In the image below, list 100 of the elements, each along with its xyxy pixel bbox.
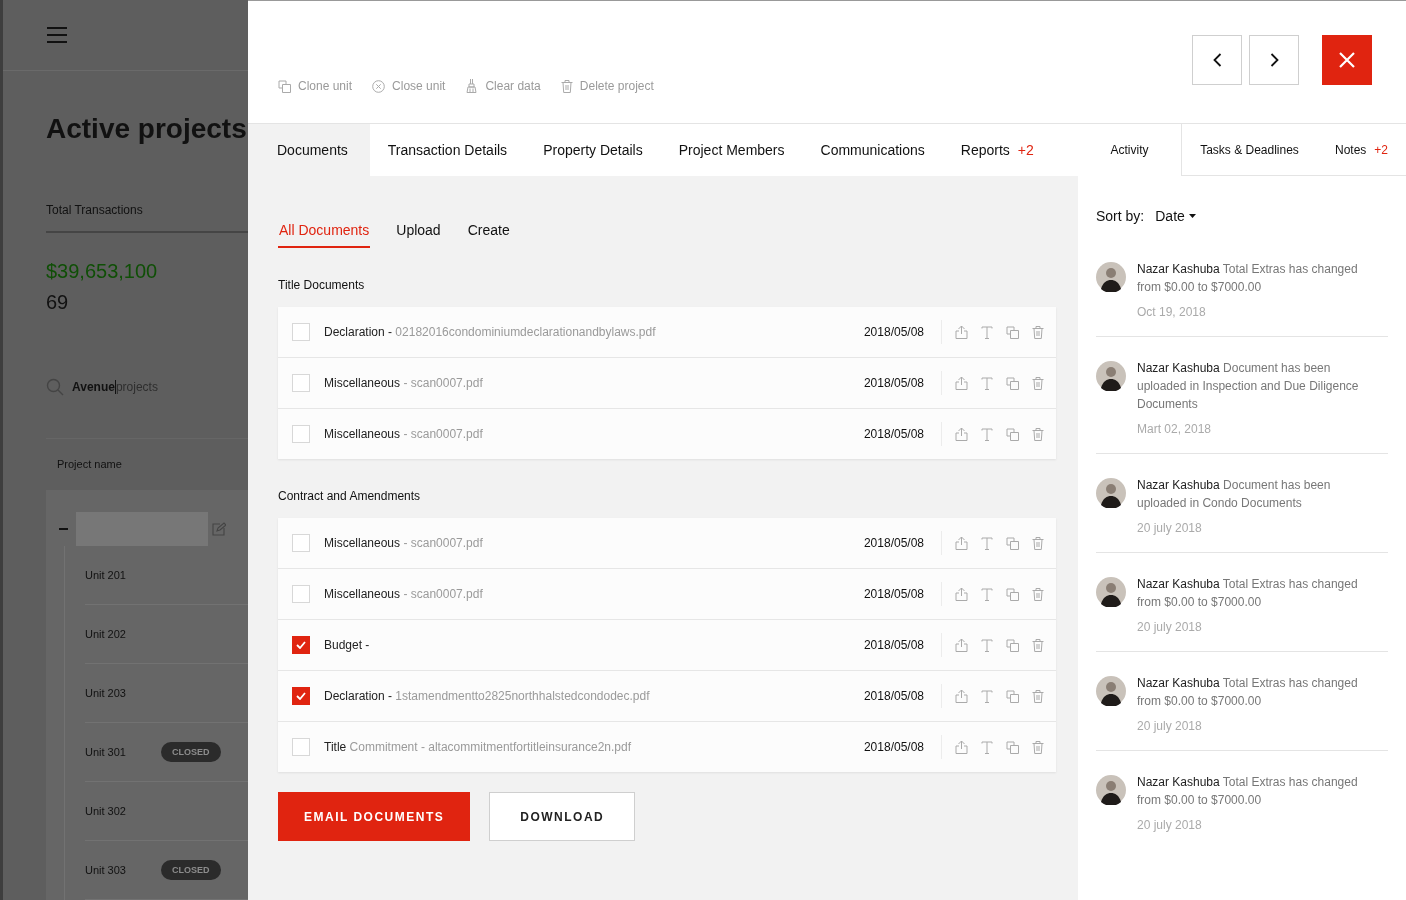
share-icon[interactable]	[955, 740, 968, 754]
activity-date: 20 july 2018	[1137, 818, 1203, 832]
activity-date: 20 july 2018	[1137, 620, 1203, 634]
share-icon[interactable]	[955, 689, 968, 703]
trash-icon[interactable]	[1032, 376, 1044, 390]
copy-icon[interactable]	[1006, 638, 1019, 652]
document-date: 2018/05/08	[863, 638, 924, 652]
section-title: Contract and Amendments	[278, 489, 422, 503]
previous-button[interactable]	[1192, 35, 1242, 85]
document-name[interactable]: Title Commitment - altacommitmentfortitleinsurance2n.pdf	[324, 740, 864, 754]
share-icon[interactable]	[955, 536, 968, 550]
copy-icon[interactable]	[1006, 325, 1019, 339]
copy-icon[interactable]	[1006, 536, 1019, 550]
text-icon[interactable]	[981, 740, 993, 754]
search-icon	[46, 377, 64, 396]
copy-icon[interactable]	[1006, 427, 1019, 441]
avatar	[1096, 262, 1126, 292]
stat-label: Total Transactions	[46, 202, 143, 217]
trash-icon[interactable]	[1032, 427, 1044, 441]
text-icon[interactable]	[981, 325, 993, 339]
document-name[interactable]: Miscellaneous - scan0007.pdf	[324, 376, 864, 390]
share-icon[interactable]	[955, 427, 968, 441]
document-date: 2018/05/08	[863, 376, 924, 390]
avatar	[1096, 361, 1126, 391]
total-amount: $39,653,100	[46, 259, 159, 283]
trash-icon[interactable]	[1032, 587, 1044, 601]
document-date: 2018/05/08	[863, 325, 924, 339]
tab[interactable]: Activity	[1078, 124, 1181, 176]
column-header: Project name	[57, 458, 122, 471]
document-date: 2018/05/08	[863, 427, 924, 441]
activity-text: Nazar Kashuba Total Extras has changed from $0.00 to $7000.00	[1137, 675, 1359, 710]
share-icon[interactable]	[955, 638, 968, 652]
email-button[interactable]: EMAIL DOCUMENTS	[278, 792, 471, 841]
menu-icon[interactable]	[47, 26, 67, 43]
document-date: 2018/05/08	[863, 689, 924, 703]
avatar	[1096, 775, 1126, 805]
tab[interactable]: Documents	[248, 124, 370, 176]
text-icon[interactable]	[981, 536, 993, 550]
activity-date: 20 july 2018	[1137, 521, 1203, 535]
document-date: 2018/05/08	[863, 587, 924, 601]
avatar	[1096, 577, 1126, 607]
status-badge: CLOSED	[161, 742, 221, 762]
close-circle-icon	[372, 79, 386, 93]
activity-text: Nazar Kashuba Total Extras has changed from $0.00 to $7000.00	[1137, 774, 1359, 809]
trash-icon[interactable]	[1032, 740, 1044, 754]
copy-icon[interactable]	[1006, 587, 1019, 601]
subtab[interactable]: Create	[466, 206, 511, 248]
share-icon[interactable]	[955, 376, 968, 390]
share-icon[interactable]	[955, 587, 968, 601]
share-icon[interactable]	[955, 325, 968, 339]
document-name[interactable]: Declaration - 02182016condominiumdeclarationandbylaws.pdf	[324, 325, 864, 339]
text-icon[interactable]	[981, 376, 993, 390]
copy-icon[interactable]	[1006, 689, 1019, 703]
trash-icon[interactable]	[1032, 325, 1044, 339]
chevron-right-icon	[1269, 53, 1279, 67]
next-button[interactable]	[1249, 35, 1299, 85]
document-date: 2018/05/08	[863, 740, 924, 754]
check-icon	[296, 641, 306, 649]
avatar	[1096, 676, 1126, 706]
tab[interactable]: Tasks & Deadlines	[1181, 124, 1317, 176]
text-icon[interactable]	[981, 427, 993, 441]
subtab[interactable]: Upload	[395, 206, 442, 248]
copy-icon[interactable]	[1006, 376, 1019, 390]
activity-date: 20 july 2018	[1137, 719, 1203, 733]
checkbox[interactable]	[292, 636, 310, 654]
activity-text: Nazar Kashuba Total Extras has changed from $0.00 to $7000.00	[1137, 261, 1359, 296]
text-icon[interactable]	[981, 587, 993, 601]
document-name[interactable]: Budget -	[324, 638, 864, 652]
caret-icon	[1188, 214, 1196, 218]
document-name[interactable]: Miscellaneous - scan0007.pdf	[324, 427, 864, 441]
tab[interactable]: Notes +2	[1317, 124, 1406, 176]
document-date: 2018/05/08	[863, 536, 924, 550]
text-icon[interactable]	[981, 689, 993, 703]
edit-icon[interactable]	[212, 522, 226, 536]
sort-label: Sort by:	[1096, 208, 1145, 224]
subtab[interactable]: All Documents	[278, 206, 371, 248]
text-icon[interactable]	[981, 638, 993, 652]
close-icon	[1339, 52, 1355, 68]
checkbox[interactable]	[292, 687, 310, 705]
trash-icon[interactable]	[1032, 638, 1044, 652]
activity-text: Nazar Kashuba Document has been uploaded in Inspection and Due Diligence Documents	[1137, 360, 1360, 413]
document-name[interactable]: Miscellaneous - scan0007.pdf	[324, 587, 864, 601]
activity-text: Nazar Kashuba Total Extras has changed from $0.00 to $7000.00	[1137, 576, 1359, 611]
section-title: Title Documents	[278, 278, 366, 292]
sort-dropdown[interactable]: Date	[1155, 208, 1196, 224]
trash-icon[interactable]	[1032, 689, 1044, 703]
broom-icon	[465, 79, 479, 93]
copy-icon[interactable]	[1006, 740, 1019, 754]
trash-icon	[560, 79, 573, 93]
avatar	[1096, 478, 1126, 508]
trash-icon[interactable]	[1032, 536, 1044, 550]
document-name[interactable]: Declaration - 1stamendmentto2825northhalstedcondodec.pdf	[324, 689, 864, 703]
page-title: Active projects	[46, 112, 248, 145]
document-name[interactable]: Miscellaneous - scan0007.pdf	[324, 536, 864, 550]
close-button[interactable]	[1322, 35, 1372, 85]
transaction-count: 69	[46, 290, 70, 314]
copy-icon	[278, 79, 291, 93]
download-button[interactable]: DOWNLOAD	[489, 792, 636, 841]
check-icon	[296, 692, 306, 700]
activity-date: Mart 02, 2018	[1137, 422, 1213, 436]
